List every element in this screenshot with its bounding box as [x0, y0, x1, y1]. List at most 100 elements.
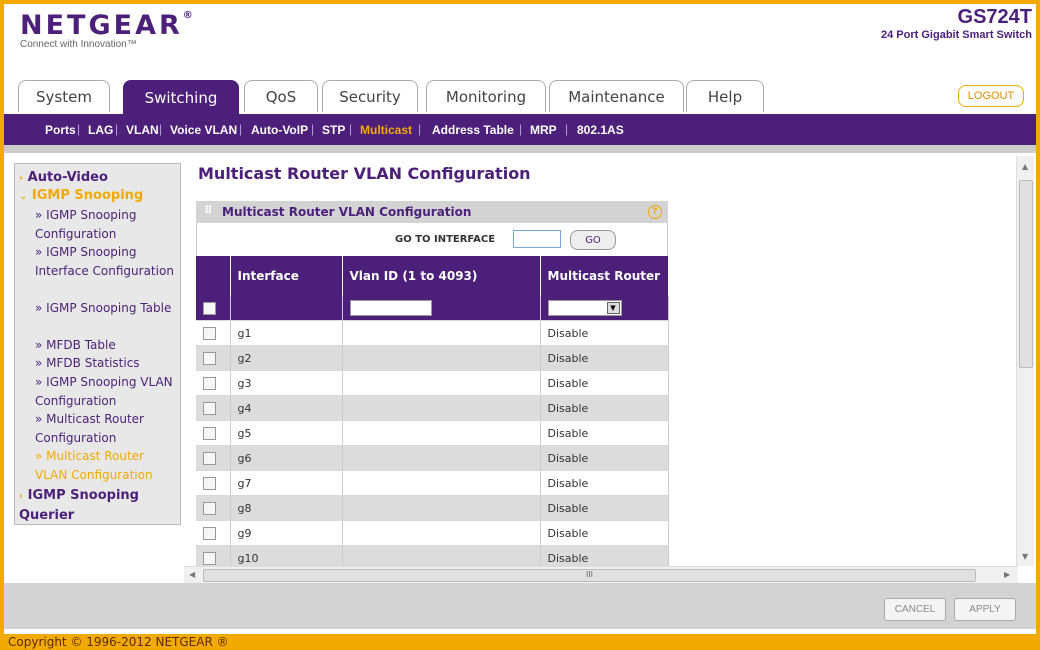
subnav-mrp[interactable]: MRP	[530, 123, 557, 137]
table-row[interactable]: g7 Disable	[196, 470, 669, 496]
panel-header: ⠿ Multicast Router VLAN Configuration ?	[196, 201, 668, 223]
row-checkbox[interactable]	[203, 476, 216, 490]
cell-interface: g9	[230, 520, 343, 546]
table-row[interactable]: g8 Disable	[196, 495, 669, 521]
tab-security[interactable]: Security	[322, 80, 418, 112]
subnav-ports[interactable]: Ports	[45, 123, 76, 137]
tab-monitoring[interactable]: Monitoring	[426, 80, 546, 112]
dropdown-arrow-icon: ▼	[606, 302, 620, 314]
goto-interface-input[interactable]	[513, 230, 561, 248]
cell-interface: g3	[230, 370, 343, 396]
cell-interface: g1	[230, 320, 343, 346]
row-checkbox[interactable]	[203, 376, 216, 390]
header-multicast-router: Multicast Router	[540, 256, 669, 296]
table-row[interactable]: g3 Disable	[196, 370, 669, 396]
cell-multicast-router: Disable	[540, 470, 669, 496]
menu-item-multicast-router-configuration[interactable]: » Multicast Router Configuration	[35, 410, 175, 447]
netgear-logo: NETGEAR® Connect with Innovation™	[20, 10, 196, 50]
subnav-auto-voip[interactable]: Auto-VoIP	[251, 123, 308, 137]
scroll-up-icon[interactable]: ▲	[1022, 162, 1028, 171]
scroll-down-icon[interactable]: ▼	[1022, 552, 1028, 561]
table-row[interactable]: g5 Disable	[196, 420, 669, 446]
cell-interface: g7	[230, 470, 343, 496]
logout-button[interactable]: LOGOUT	[958, 85, 1024, 107]
tab-system[interactable]: System	[18, 80, 110, 112]
tab-maintenance[interactable]: Maintenance	[549, 80, 684, 112]
model-name: GS724T	[957, 6, 1032, 28]
tab-help[interactable]: Help	[686, 80, 764, 112]
menu-group-auto-video[interactable]: › Auto-Video	[19, 170, 108, 185]
cell-vlan-id	[342, 420, 541, 446]
logo-text: NETGEAR	[20, 10, 183, 41]
apply-button[interactable]: APPLY	[954, 598, 1016, 621]
row-checkbox[interactable]	[203, 401, 216, 415]
cell-vlan-id	[342, 520, 541, 546]
cell-vlan-id	[342, 370, 541, 396]
vlan-id-input[interactable]	[349, 300, 432, 316]
row-checkbox[interactable]	[203, 501, 216, 515]
cell-vlan-id	[342, 470, 541, 496]
table-row[interactable]: g4 Disable	[196, 395, 669, 421]
cell-multicast-router: Disable	[540, 345, 669, 371]
table-row[interactable]: g9 Disable	[196, 520, 669, 546]
cell-vlan-id	[342, 495, 541, 521]
row-checkbox[interactable]	[203, 526, 216, 540]
table-row[interactable]: g6 Disable	[196, 445, 669, 471]
subnav-lag[interactable]: LAG	[88, 123, 113, 137]
select-all-checkbox[interactable]	[203, 301, 216, 315]
subnav-vlan[interactable]: VLAN	[126, 123, 159, 137]
goto-interface-label: GO TO INTERFACE	[395, 234, 496, 245]
subnav-stp[interactable]: STP	[322, 123, 345, 137]
tab-switching[interactable]: Switching	[123, 80, 239, 115]
subnav-voice-vlan[interactable]: Voice VLAN	[170, 123, 237, 137]
menu-item-mfdb-table[interactable]: » MFDB Table	[35, 336, 175, 355]
scroll-right-icon[interactable]: ▶	[1004, 570, 1010, 579]
table-row[interactable]: g1 Disable	[196, 320, 669, 346]
row-checkbox[interactable]	[203, 326, 216, 340]
horizontal-scrollbar[interactable]: ◀ III ▶	[184, 566, 1018, 583]
grip-icon: ⠿	[204, 204, 213, 217]
goto-interface-row: GO TO INTERFACE GO	[196, 223, 668, 256]
cell-multicast-router: Disable	[540, 320, 669, 346]
menu-item-multicast-router-vlan-configuration[interactable]: » Multicast Router VLAN Configuration	[35, 447, 175, 484]
subnav-802-1as[interactable]: 802.1AS	[577, 123, 624, 137]
left-menu: › Auto-Video ⌄ IGMP Snooping » IGMP Snoo…	[14, 163, 181, 525]
cell-multicast-router: Disable	[540, 420, 669, 446]
cell-vlan-id	[342, 445, 541, 471]
row-checkbox[interactable]	[203, 351, 216, 365]
cell-interface: g2	[230, 345, 343, 371]
model-info: GS724T 24 Port Gigabit Smart Switch	[881, 6, 1032, 41]
menu-item-mfdb-statistics[interactable]: » MFDB Statistics	[35, 354, 175, 373]
header-select	[196, 256, 231, 296]
cell-vlan-id	[342, 395, 541, 421]
vertical-scroll-thumb[interactable]	[1019, 180, 1033, 368]
row-checkbox[interactable]	[203, 551, 216, 565]
row-checkbox[interactable]	[203, 426, 216, 440]
go-button[interactable]: GO	[570, 230, 616, 250]
button-bar: CANCEL APPLY	[4, 583, 1036, 629]
menu-item-igmp-snooping-vlan-configuration[interactable]: » IGMP Snooping VLAN Configuration	[35, 373, 175, 410]
menu-group-igmp-snooping-querier[interactable]: › IGMP Snooping Querier	[19, 486, 169, 524]
vertical-scrollbar[interactable]: ▲ ▼	[1016, 156, 1034, 566]
row-checkbox[interactable]	[203, 451, 216, 465]
horizontal-scroll-thumb[interactable]: III	[203, 569, 976, 582]
menu-item-igmp-snooping-interface-configuration[interactable]: » IGMP Snooping Interface Configuration	[35, 243, 175, 280]
panel-title: Multicast Router VLAN Configuration	[222, 205, 472, 219]
menu-item-igmp-snooping-configuration[interactable]: » IGMP Snooping Configuration	[35, 206, 175, 243]
subnav-multicast[interactable]: Multicast	[360, 123, 412, 137]
menu-item-igmp-snooping-table[interactable]: » IGMP Snooping Table	[35, 299, 175, 318]
help-icon[interactable]: ?	[648, 205, 662, 219]
menu-group-igmp-snooping[interactable]: ⌄ IGMP Snooping	[19, 188, 143, 203]
table-row[interactable]: g2 Disable	[196, 345, 669, 371]
cell-multicast-router: Disable	[540, 370, 669, 396]
multicast-router-select[interactable]: ▼	[547, 300, 622, 316]
cell-interface: g4	[230, 395, 343, 421]
sub-navigation: Ports | LAG | VLAN | Voice VLAN | Auto-V…	[4, 114, 1036, 145]
tab-qos[interactable]: QoS	[244, 80, 318, 112]
cell-interface: g6	[230, 445, 343, 471]
cancel-button[interactable]: CANCEL	[884, 598, 946, 621]
scroll-left-icon[interactable]: ◀	[189, 570, 195, 579]
model-description: 24 Port Gigabit Smart Switch	[881, 29, 1032, 41]
cell-interface: g8	[230, 495, 343, 521]
subnav-address-table[interactable]: Address Table	[432, 123, 514, 137]
